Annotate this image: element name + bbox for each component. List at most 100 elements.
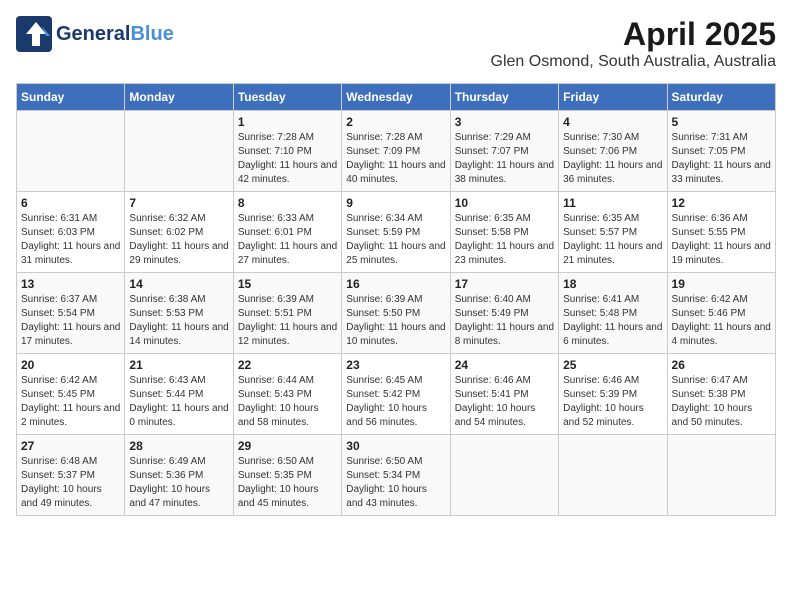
calendar-cell: 14Sunrise: 6:38 AM Sunset: 5:53 PM Dayli…: [125, 273, 233, 354]
calendar-week-2: 6 Sunrise: 6:31 AM Sunset: 6:03 PM Daylig…: [17, 192, 776, 273]
day-info: Sunrise: 6:35 AM Sunset: 5:58 PM Dayligh…: [455, 212, 554, 268]
day-info: Sunrise: 7:30 AM Sunset: 7:06 PM Dayligh…: [563, 131, 662, 187]
calendar-cell: [559, 435, 667, 516]
day-info: Sunrise: 6:48 AM Sunset: 5:37 PM Dayligh…: [21, 455, 120, 511]
day-header-wednesday: Wednesday: [342, 84, 450, 111]
day-number: 10: [455, 196, 554, 210]
day-header-monday: Monday: [125, 84, 233, 111]
calendar-cell: 26 Sunrise: 6:47 AM Sunset: 5:38 PM Dayli…: [667, 354, 775, 435]
day-info: Sunrise: 6:40 AM Sunset: 5:49 PM Dayligh…: [455, 293, 554, 349]
day-header-friday: Friday: [559, 84, 667, 111]
day-number: 17: [455, 277, 554, 291]
day-number: 25: [563, 358, 662, 372]
calendar-cell: [17, 111, 125, 192]
day-info: Sunrise: 6:47 AM Sunset: 5:38 PM Dayligh…: [672, 374, 771, 430]
calendar-cell: 19 Sunrise: 6:42 AM Sunset: 5:46 PM Dayli…: [667, 273, 775, 354]
calendar-week-4: 20 Sunrise: 6:42 AM Sunset: 5:45 PM Dayli…: [17, 354, 776, 435]
day-info: Sunrise: 7:31 AM Sunset: 7:05 PM Dayligh…: [672, 131, 771, 187]
logo-text: GeneralBlue: [56, 23, 174, 45]
day-number: 5: [672, 115, 771, 129]
day-number: 22: [238, 358, 337, 372]
day-number: 30: [346, 439, 445, 453]
logo-icon: [16, 16, 52, 52]
calendar-cell: 5 Sunrise: 7:31 AM Sunset: 7:05 PM Daylig…: [667, 111, 775, 192]
calendar-cell: 7 Sunrise: 6:32 AM Sunset: 6:02 PM Daylig…: [125, 192, 233, 273]
day-info: Sunrise: 6:31 AM Sunset: 6:03 PM Dayligh…: [21, 212, 120, 268]
day-info: Sunrise: 6:49 AM Sunset: 5:36 PM Dayligh…: [129, 455, 228, 511]
day-info: Sunrise: 7:28 AM Sunset: 7:10 PM Dayligh…: [238, 131, 337, 187]
day-info: Sunrise: 6:37 AM Sunset: 5:54 PM Dayligh…: [21, 293, 120, 349]
day-info: Sunrise: 6:38 AM Sunset: 5:53 PM Dayligh…: [129, 293, 228, 349]
day-number: 16: [346, 277, 445, 291]
day-number: 4: [563, 115, 662, 129]
calendar-cell: 8Sunrise: 6:33 AM Sunset: 6:01 PM Daylig…: [233, 192, 341, 273]
calendar-cell: 4 Sunrise: 7:30 AM Sunset: 7:06 PM Daylig…: [559, 111, 667, 192]
day-number: 27: [21, 439, 120, 453]
day-info: Sunrise: 6:42 AM Sunset: 5:45 PM Dayligh…: [21, 374, 120, 430]
day-number: 9: [346, 196, 445, 210]
calendar-cell: 6 Sunrise: 6:31 AM Sunset: 6:03 PM Daylig…: [17, 192, 125, 273]
day-header-tuesday: Tuesday: [233, 84, 341, 111]
day-info: Sunrise: 6:32 AM Sunset: 6:02 PM Dayligh…: [129, 212, 228, 268]
calendar-cell: 25 Sunrise: 6:46 AM Sunset: 5:39 PM Dayli…: [559, 354, 667, 435]
calendar-cell: 23 Sunrise: 6:45 AM Sunset: 5:42 PM Dayli…: [342, 354, 450, 435]
day-info: Sunrise: 6:36 AM Sunset: 5:55 PM Dayligh…: [672, 212, 771, 268]
calendar-week-3: 13 Sunrise: 6:37 AM Sunset: 5:54 PM Dayli…: [17, 273, 776, 354]
logo: GeneralBlue: [16, 16, 174, 52]
day-number: 29: [238, 439, 337, 453]
day-header-thursday: Thursday: [450, 84, 558, 111]
day-info: Sunrise: 7:28 AM Sunset: 7:09 PM Dayligh…: [346, 131, 445, 187]
calendar-cell: 22 Sunrise: 6:44 AM Sunset: 5:43 PM Dayli…: [233, 354, 341, 435]
calendar-cell: 27 Sunrise: 6:48 AM Sunset: 5:37 PM Dayli…: [17, 435, 125, 516]
day-number: 15: [238, 277, 337, 291]
day-info: Sunrise: 6:46 AM Sunset: 5:39 PM Dayligh…: [563, 374, 662, 430]
day-info: Sunrise: 6:44 AM Sunset: 5:43 PM Dayligh…: [238, 374, 337, 430]
day-number: 6: [21, 196, 120, 210]
day-header-sunday: Sunday: [17, 84, 125, 111]
calendar-cell: 16 Sunrise: 6:39 AM Sunset: 5:50 PM Dayli…: [342, 273, 450, 354]
day-number: 12: [672, 196, 771, 210]
day-info: Sunrise: 6:35 AM Sunset: 5:57 PM Dayligh…: [563, 212, 662, 268]
day-number: 8: [238, 196, 337, 210]
calendar-cell: [667, 435, 775, 516]
day-info: Sunrise: 6:42 AM Sunset: 5:46 PM Dayligh…: [672, 293, 771, 349]
calendar-cell: 28 Sunrise: 6:49 AM Sunset: 5:36 PM Dayli…: [125, 435, 233, 516]
calendar-cell: 21Sunrise: 6:43 AM Sunset: 5:44 PM Dayli…: [125, 354, 233, 435]
calendar-cell: 2 Sunrise: 7:28 AM Sunset: 7:09 PM Daylig…: [342, 111, 450, 192]
day-info: Sunrise: 6:50 AM Sunset: 5:34 PM Dayligh…: [346, 455, 445, 511]
day-number: 13: [21, 277, 120, 291]
page-header: GeneralBlue April 2025 Glen Osmond, Sout…: [16, 16, 776, 71]
day-number: 19: [672, 277, 771, 291]
calendar-cell: [450, 435, 558, 516]
day-info: Sunrise: 6:41 AM Sunset: 5:48 PM Dayligh…: [563, 293, 662, 349]
day-number: 7: [129, 196, 228, 210]
day-number: 20: [21, 358, 120, 372]
calendar-cell: [125, 111, 233, 192]
day-number: 2: [346, 115, 445, 129]
day-info: Sunrise: 6:50 AM Sunset: 5:35 PM Dayligh…: [238, 455, 337, 511]
day-number: 18: [563, 277, 662, 291]
day-info: Sunrise: 6:43 AM Sunset: 5:44 PM Dayligh…: [129, 374, 228, 430]
day-number: 11: [563, 196, 662, 210]
day-info: Sunrise: 6:39 AM Sunset: 5:50 PM Dayligh…: [346, 293, 445, 349]
day-number: 23: [346, 358, 445, 372]
calendar-cell: 18 Sunrise: 6:41 AM Sunset: 5:48 PM Dayli…: [559, 273, 667, 354]
calendar-cell: 10 Sunrise: 6:35 AM Sunset: 5:58 PM Dayli…: [450, 192, 558, 273]
calendar-week-5: 27 Sunrise: 6:48 AM Sunset: 5:37 PM Dayli…: [17, 435, 776, 516]
calendar-cell: 24Sunrise: 6:46 AM Sunset: 5:41 PM Dayli…: [450, 354, 558, 435]
calendar-cell: 11 Sunrise: 6:35 AM Sunset: 5:57 PM Dayli…: [559, 192, 667, 273]
title-block: April 2025 Glen Osmond, South Australia,…: [491, 16, 776, 71]
calendar-cell: 13 Sunrise: 6:37 AM Sunset: 5:54 PM Dayli…: [17, 273, 125, 354]
day-number: 26: [672, 358, 771, 372]
calendar-week-1: 1 Sunrise: 7:28 AM Sunset: 7:10 PM Daylig…: [17, 111, 776, 192]
day-number: 28: [129, 439, 228, 453]
page-subtitle: Glen Osmond, South Australia, Australia: [491, 53, 776, 71]
calendar-cell: 1 Sunrise: 7:28 AM Sunset: 7:10 PM Daylig…: [233, 111, 341, 192]
calendar-cell: 20 Sunrise: 6:42 AM Sunset: 5:45 PM Dayli…: [17, 354, 125, 435]
calendar-cell: 15 Sunrise: 6:39 AM Sunset: 5:51 PM Dayli…: [233, 273, 341, 354]
day-info: Sunrise: 6:45 AM Sunset: 5:42 PM Dayligh…: [346, 374, 445, 430]
day-info: Sunrise: 6:34 AM Sunset: 5:59 PM Dayligh…: [346, 212, 445, 268]
day-info: Sunrise: 6:39 AM Sunset: 5:51 PM Dayligh…: [238, 293, 337, 349]
calendar-header-row: SundayMondayTuesdayWednesdayThursdayFrid…: [17, 84, 776, 111]
day-number: 1: [238, 115, 337, 129]
